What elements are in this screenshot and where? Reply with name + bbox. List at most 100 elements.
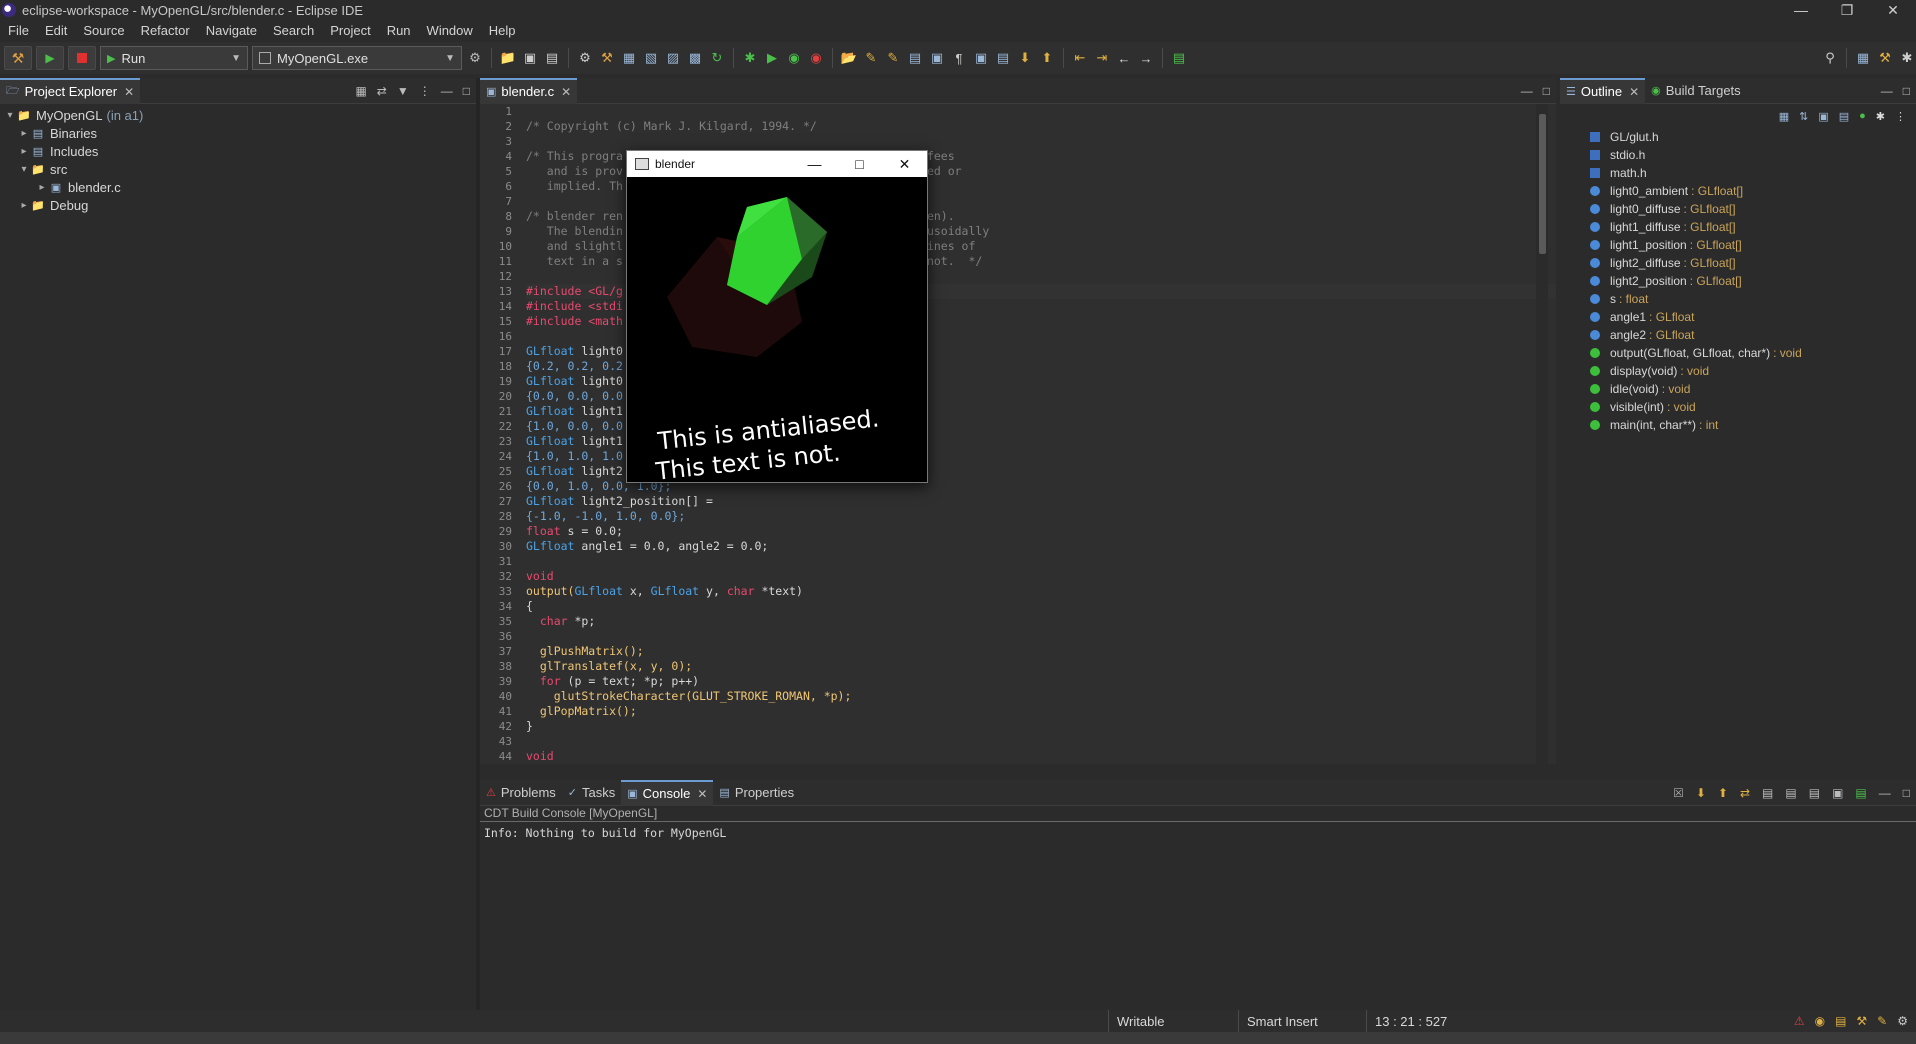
open-folder-icon[interactable]: 📂 <box>840 49 858 67</box>
tab-blender-c[interactable]: ▣ blender.c ✕ <box>480 77 578 104</box>
group-includes-icon[interactable]: ✱ <box>1876 110 1885 123</box>
maximize-icon[interactable]: □ <box>1903 84 1910 98</box>
tab-project-explorer[interactable]: 🗁 Project Explorer ✕ <box>0 77 141 104</box>
collapse-all-icon[interactable]: ▦ <box>355 84 366 98</box>
minimize-icon[interactable]: — <box>441 84 453 98</box>
open-type-icon[interactable]: ▩ <box>686 49 704 67</box>
new-folder-icon[interactable]: ▧ <box>642 49 660 67</box>
menu-source[interactable]: Source <box>75 23 132 38</box>
hide-static-icon[interactable]: ▤ <box>1839 110 1849 123</box>
console-body[interactable]: CDT Build Console [MyOpenGL] Info: Nothi… <box>480 806 1916 1010</box>
next-edit-icon[interactable]: ⇥ <box>1093 49 1111 67</box>
focus-icon[interactable]: ▣ <box>972 49 990 67</box>
block-select-icon[interactable]: ▣ <box>928 49 946 67</box>
next-error-icon[interactable]: ⬇ <box>1696 786 1706 800</box>
chevron-right-icon[interactable]: ▸ <box>36 182 48 193</box>
back-icon[interactable]: ← <box>1115 49 1133 67</box>
close-icon[interactable]: ✕ <box>1870 0 1916 20</box>
build-status-icon[interactable]: ⚠ <box>1794 1014 1805 1028</box>
prev-annotation-icon[interactable]: ⬆ <box>1038 49 1056 67</box>
prev-error-icon[interactable]: ⬆ <box>1718 786 1728 800</box>
pilcrow-icon[interactable]: ¶ <box>950 49 968 67</box>
editor-vertical-scrollbar[interactable] <box>1536 104 1548 764</box>
outline-item[interactable]: GL/glut.h <box>1590 128 1916 146</box>
close-icon[interactable]: ✕ <box>561 85 571 99</box>
build-config-icon[interactable]: ⚙ <box>576 49 594 67</box>
maximize-icon[interactable]: □ <box>1903 786 1910 800</box>
outline-item[interactable]: light0_ambient: GLfloat[] <box>1590 182 1916 200</box>
tree-item-blender-c[interactable]: ▸ ▣ blender.c <box>4 178 476 196</box>
menu-navigate[interactable]: Navigate <box>198 23 265 38</box>
outline-item[interactable]: visible(int): void <box>1590 398 1916 416</box>
outline-item[interactable]: s: float <box>1590 290 1916 308</box>
hide-nonpublic-icon[interactable]: ● <box>1859 110 1866 122</box>
minimize-icon[interactable]: — <box>1879 786 1891 800</box>
notification-icon[interactable]: ◉ <box>1815 1014 1825 1028</box>
refresh-icon[interactable]: ↻ <box>708 49 726 67</box>
chevron-down-icon[interactable]: ▾ <box>4 110 16 121</box>
close-icon[interactable]: ✕ <box>882 151 927 177</box>
hide-fields-icon[interactable]: ▣ <box>1818 110 1828 123</box>
menu-window[interactable]: Window <box>419 23 481 38</box>
link-editor-icon[interactable]: ⇄ <box>377 84 387 98</box>
menu-search[interactable]: Search <box>265 23 322 38</box>
profile-icon[interactable]: ◉ <box>807 49 825 67</box>
launch-button[interactable]: ▶ <box>36 46 64 70</box>
menu-help[interactable]: Help <box>481 23 524 38</box>
blender-window[interactable]: blender — □ ✕ This is antialiased. This … <box>626 150 928 483</box>
tab-tasks[interactable]: ✓ Tasks <box>562 780 621 806</box>
blender-titlebar[interactable]: blender — □ ✕ <box>627 151 927 177</box>
pencil-icon[interactable]: ✎ <box>1877 1014 1887 1028</box>
display-console-icon[interactable]: ▣ <box>1832 786 1843 800</box>
tree-item-project[interactable]: ▾ 📁 MyOpenGL (in a1) <box>4 106 476 124</box>
outline-item[interactable]: light2_position: GLfloat[] <box>1590 272 1916 290</box>
outline-item[interactable]: math.h <box>1590 164 1916 182</box>
outline-item[interactable]: light0_diffuse: GLfloat[] <box>1590 200 1916 218</box>
stop-button[interactable] <box>68 46 96 70</box>
tab-console[interactable]: ▣ Console ✕ <box>621 779 714 806</box>
tab-build-targets[interactable]: ◉ Build Targets <box>1645 78 1747 104</box>
view-menu-icon[interactable]: ⋮ <box>419 84 431 98</box>
outline-item[interactable]: angle2: GLfloat <box>1590 326 1916 344</box>
new-icon[interactable]: 📁 <box>499 49 517 67</box>
tree-item-binaries[interactable]: ▸ ▤ Binaries <box>4 124 476 142</box>
next-annotation-icon[interactable]: ⬇ <box>1016 49 1034 67</box>
maximize-icon[interactable]: □ <box>463 84 470 98</box>
book-icon[interactable]: ▤ <box>1835 1014 1846 1028</box>
minimize-icon[interactable]: — <box>792 151 837 177</box>
minimize-icon[interactable]: — <box>1778 0 1824 20</box>
chevron-right-icon[interactable]: ▸ <box>18 128 30 139</box>
outline-item[interactable]: output(GLfloat, GLfloat, char*): void <box>1590 344 1916 362</box>
collapse-all-icon[interactable]: ▦ <box>1779 110 1789 123</box>
debug-perspective-icon[interactable]: ✱ <box>1898 49 1916 67</box>
chevron-right-icon[interactable]: ▸ <box>18 146 30 157</box>
launch-mode-select[interactable]: ▶ Run ▼ <box>100 46 248 70</box>
close-icon[interactable]: ✕ <box>1629 85 1639 99</box>
sort-icon[interactable]: ⇅ <box>1799 110 1808 123</box>
settings-icon[interactable]: ⚙ <box>1897 1014 1908 1028</box>
scrollbar-thumb[interactable] <box>1539 114 1546 254</box>
gear-icon[interactable]: ⚙ <box>466 49 484 67</box>
tools-icon[interactable]: ⚒ <box>1856 1014 1867 1028</box>
launch-target-select[interactable]: MyOpenGL.exe ▼ <box>252 46 462 70</box>
tree-item-includes[interactable]: ▸ ▤ Includes <box>4 142 476 160</box>
debug-icon[interactable]: ✱ <box>741 49 759 67</box>
outline-item[interactable]: light1_diffuse: GLfloat[] <box>1590 218 1916 236</box>
forward-icon[interactable]: → <box>1137 49 1155 67</box>
tab-properties[interactable]: ▤ Properties <box>713 780 800 806</box>
menu-refactor[interactable]: Refactor <box>133 23 198 38</box>
coverage-icon[interactable]: ◉ <box>785 49 803 67</box>
open-perspective-icon[interactable]: ▦ <box>1854 49 1872 67</box>
minimize-icon[interactable]: — <box>1881 84 1893 98</box>
save-icon[interactable]: ▣ <box>521 49 539 67</box>
outline-item[interactable]: display(void): void <box>1590 362 1916 380</box>
tab-outline[interactable]: ☰ Outline ✕ <box>1560 77 1646 104</box>
menu-file[interactable]: File <box>0 23 37 38</box>
outline-item[interactable]: angle1: GLfloat <box>1590 308 1916 326</box>
clear-console-icon[interactable]: ☒ <box>1673 786 1684 800</box>
mark-occurrences-icon[interactable]: ▤ <box>906 49 924 67</box>
search-icon[interactable]: ⚲ <box>1821 49 1839 67</box>
maximize-icon[interactable]: □ <box>1543 84 1550 98</box>
menu-edit[interactable]: Edit <box>37 23 75 38</box>
scroll-lock-icon[interactable]: ▤ <box>1762 786 1773 800</box>
